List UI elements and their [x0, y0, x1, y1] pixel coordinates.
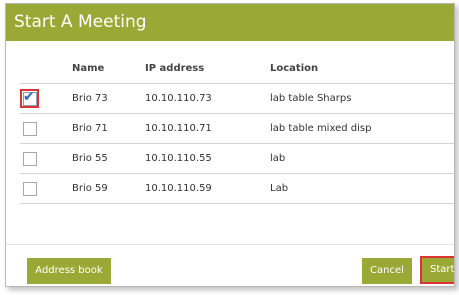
row-checkbox[interactable]	[23, 151, 37, 166]
header-name: Name	[72, 54, 145, 84]
table-row[interactable]: Brio 55 10.10.110.55 lab	[20, 143, 454, 174]
row-name: Brio 73	[72, 83, 145, 114]
row-checkbox[interactable]	[23, 181, 37, 196]
table-row[interactable]: Brio 71 10.10.110.71 lab table mixed dis…	[20, 113, 454, 144]
row-select-cell	[20, 143, 72, 174]
header-select-column	[20, 54, 72, 84]
start-meeting-dialog: Start A Meeting Name IP address Location…	[5, 3, 455, 287]
dialog-title: Start A Meeting	[6, 4, 454, 41]
row-ip: 10.10.110.73	[145, 83, 270, 114]
table-row[interactable]: ✔ Brio 73 10.10.110.73 lab table Sharps	[20, 83, 454, 114]
device-table: Name IP address Location ✔ Brio 73 10.10…	[20, 54, 454, 204]
row-name: Brio 71	[72, 113, 145, 144]
device-table-container: Name IP address Location ✔ Brio 73 10.10…	[20, 54, 454, 204]
row-select-cell	[20, 173, 72, 204]
row-name: Brio 55	[72, 143, 145, 174]
row-ip: 10.10.110.55	[145, 143, 270, 174]
checkmark-icon: ✔	[23, 88, 35, 105]
row-location: lab	[270, 143, 454, 174]
row-location: Lab	[270, 173, 454, 204]
table-row[interactable]: Brio 59 10.10.110.59 Lab	[20, 173, 454, 204]
address-book-button[interactable]: Address book	[27, 258, 111, 284]
row-checkbox[interactable]	[23, 121, 37, 136]
cancel-button[interactable]: Cancel	[362, 258, 412, 284]
row-location: lab table Sharps	[270, 83, 454, 114]
row-select-cell	[20, 113, 72, 144]
start-button[interactable]: Start	[420, 256, 454, 284]
row-ip: 10.10.110.71	[145, 113, 270, 144]
header-ip-address: IP address	[145, 54, 270, 84]
row-select-cell: ✔	[20, 83, 72, 114]
row-ip: 10.10.110.59	[145, 173, 270, 204]
row-location: lab table mixed disp	[270, 113, 454, 144]
footer-divider	[6, 244, 454, 245]
row-checkbox[interactable]: ✔	[20, 88, 39, 108]
header-location: Location	[270, 54, 454, 84]
table-header-row: Name IP address Location	[20, 54, 454, 84]
row-name: Brio 59	[72, 173, 145, 204]
